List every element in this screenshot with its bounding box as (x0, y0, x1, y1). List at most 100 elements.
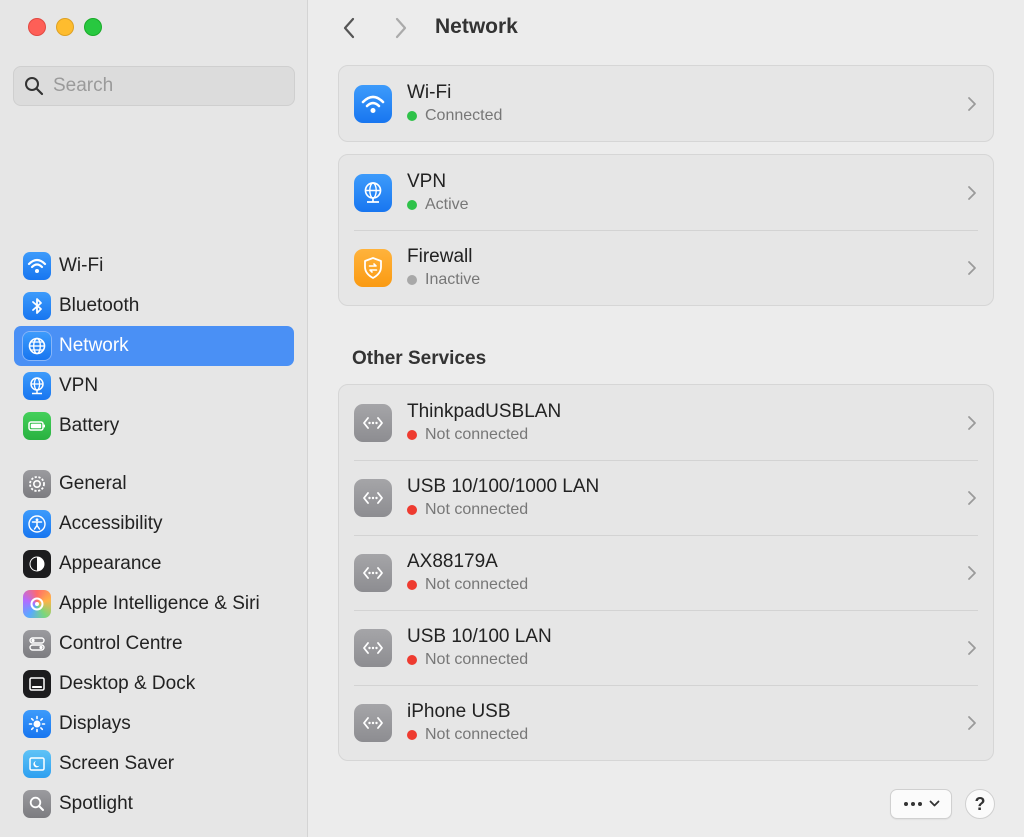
status-line: Not connected (407, 501, 599, 519)
sun-icon (23, 710, 51, 738)
ethernet-icon (354, 553, 392, 592)
sidebar-item-screen-saver[interactable]: Screen Saver (14, 744, 294, 784)
sidebar: Wi-Fi Bluetooth Network VPN (0, 0, 308, 837)
chevron-right-icon (968, 415, 976, 430)
sidebar-item-label: Wi-Fi (59, 255, 104, 276)
sidebar-item-label: Appearance (59, 553, 162, 574)
battery-icon (23, 412, 51, 440)
service-title: USB 10/100 LAN (407, 626, 552, 647)
sidebar-item-bluetooth[interactable]: Bluetooth (14, 286, 294, 326)
status-line: Active (407, 196, 469, 214)
gear-icon (23, 470, 51, 498)
service-title: AX88179A (407, 551, 498, 572)
status-dot-icon (407, 655, 417, 665)
status-line: Not connected (407, 426, 561, 444)
sidebar-item-network[interactable]: Network (14, 326, 294, 366)
ethernet-icon (354, 403, 392, 442)
sidebar-item-label: Desktop & Dock (59, 673, 196, 694)
status-line: Connected (407, 107, 502, 125)
sidebar-item-apple-intelligence-siri[interactable]: Apple Intelligence & Siri (14, 584, 294, 624)
sidebar-item-label: Control Centre (59, 633, 183, 654)
main-content: Network Wi-Fi Connected VPN Active Firew… (309, 0, 1024, 837)
sidebar-item-accessibility[interactable]: Accessibility (14, 504, 294, 544)
sidebar-group-system: General Accessibility Appearance Apple I… (14, 464, 294, 824)
status-line: Not connected (407, 576, 528, 594)
bluetooth-icon (23, 292, 51, 320)
chevron-right-icon (968, 490, 976, 505)
chevron-right-icon (395, 17, 407, 39)
sidebar-item-label: Screen Saver (59, 753, 175, 774)
security-group: VPN Active Firewall Inactive (338, 154, 994, 306)
sidebar-group-connectivity: Wi-Fi Bluetooth Network VPN Battery (14, 246, 294, 446)
vpn-globe-icon (23, 372, 51, 400)
dock-icon (23, 670, 51, 698)
minimize-window-button[interactable] (56, 18, 74, 36)
chevron-right-icon (968, 640, 976, 655)
chevron-right-icon (968, 260, 976, 275)
service-status: Not connected (425, 576, 529, 593)
sidebar-item-label: Battery (59, 415, 120, 436)
search-icon (25, 77, 44, 96)
service-row-thinkpadusblan[interactable]: ThinkpadUSBLAN Not connected (339, 385, 993, 460)
page-title: Network (435, 15, 518, 38)
chevron-down-icon (929, 800, 939, 807)
chevron-right-icon (968, 715, 976, 730)
ethernet-icon (354, 478, 392, 517)
wifi-icon (354, 84, 392, 123)
service-title: USB 10/100/1000 LAN (407, 476, 600, 497)
firewall-title: Firewall (407, 246, 473, 267)
chevron-right-icon (968, 96, 976, 111)
sidebar-item-label: General (59, 473, 127, 494)
screen-saver-icon (23, 750, 51, 778)
accessibility-icon (23, 510, 51, 538)
status-line: Not connected (407, 726, 528, 744)
sidebar-item-desktop-dock[interactable]: Desktop & Dock (14, 664, 294, 704)
status-dot-icon (407, 111, 417, 121)
status-dot-icon (407, 580, 417, 590)
wifi-row[interactable]: Wi-Fi Connected (339, 66, 993, 141)
appearance-icon (23, 550, 51, 578)
wifi-title: Wi-Fi (407, 82, 452, 103)
sidebar-item-spotlight[interactable]: Spotlight (14, 784, 294, 824)
zoom-window-button[interactable] (84, 18, 102, 36)
service-status: Not connected (425, 726, 529, 743)
sidebar-item-appearance[interactable]: Appearance (14, 544, 294, 584)
forward-button[interactable] (387, 14, 415, 42)
sidebar-item-control-centre[interactable]: Control Centre (14, 624, 294, 664)
sidebar-item-label: Accessibility (59, 513, 163, 534)
help-button[interactable]: ? (965, 789, 995, 819)
sidebar-item-label: Network (59, 335, 129, 356)
more-actions-button[interactable] (890, 789, 952, 819)
sidebar-item-displays[interactable]: Displays (14, 704, 294, 744)
sidebar-item-general[interactable]: General (14, 464, 294, 504)
sidebar-item-vpn[interactable]: VPN (14, 366, 294, 406)
service-status: Not connected (425, 501, 529, 518)
sidebar-item-label: Bluetooth (59, 295, 140, 316)
sidebar-search[interactable] (13, 66, 295, 106)
service-row-usb-10-100-lan[interactable]: USB 10/100 LAN Not connected (339, 610, 993, 685)
service-row-ax88179a[interactable]: AX88179A Not connected (339, 535, 993, 610)
globe-icon (23, 332, 51, 360)
search-input[interactable] (53, 75, 283, 97)
service-row-iphone-usb[interactable]: iPhone USB Not connected (339, 685, 993, 760)
firewall-status: Inactive (425, 271, 481, 288)
sidebar-item-label: Spotlight (59, 793, 133, 814)
service-row-usb-10-100-1000-lan[interactable]: USB 10/100/1000 LAN Not connected (339, 460, 993, 535)
system-settings-window: Wi-Fi Bluetooth Network VPN (0, 0, 1024, 837)
ethernet-icon (354, 703, 392, 742)
siri-icon (23, 590, 51, 618)
wifi-status: Connected (425, 107, 503, 124)
wifi-icon (23, 252, 51, 280)
close-window-button[interactable] (28, 18, 46, 36)
back-button[interactable] (335, 14, 363, 42)
service-status: Not connected (425, 651, 529, 668)
status-dot-icon (407, 505, 417, 515)
firewall-row[interactable]: Firewall Inactive (339, 230, 993, 305)
firewall-shield-icon (354, 248, 392, 287)
vpn-row[interactable]: VPN Active (339, 155, 993, 230)
sidebar-item-battery[interactable]: Battery (14, 406, 294, 446)
sidebar-item-wifi[interactable]: Wi-Fi (14, 246, 294, 286)
magnifier-icon (23, 790, 51, 818)
other-services-heading: Other Services (352, 348, 487, 369)
sidebar-item-label: Apple Intelligence & Siri (59, 593, 260, 614)
